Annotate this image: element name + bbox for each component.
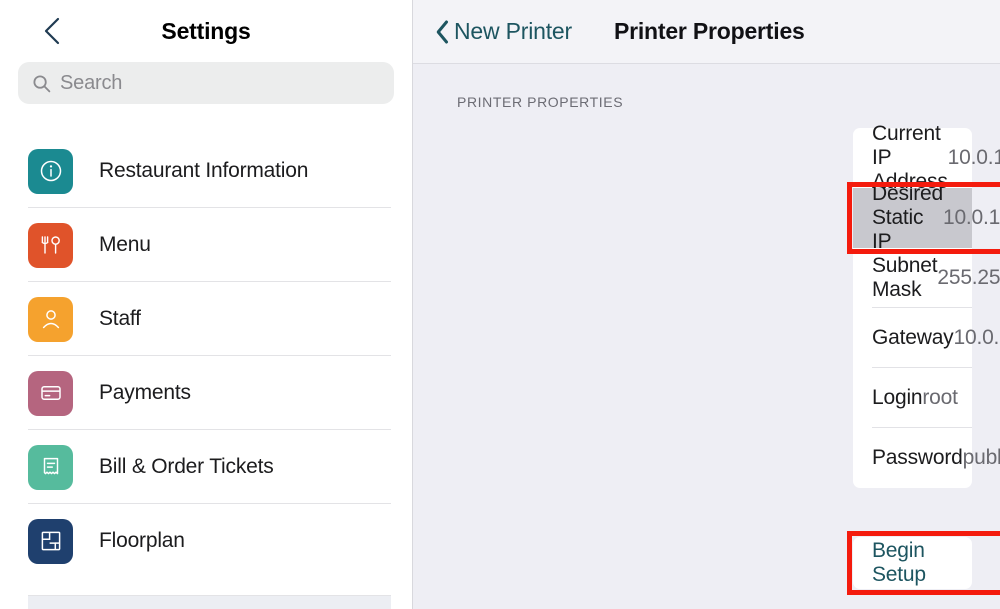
sidebar-header: Settings (0, 0, 412, 62)
back-label: New Printer (454, 18, 572, 45)
sidebar-item-floorplan[interactable]: Floorplan (0, 504, 412, 578)
sidebar-item-label: Restaurant Information (99, 159, 308, 183)
property-key: Login (872, 386, 922, 410)
property-value: 10.0.1.201 (943, 206, 1000, 230)
table-row[interactable]: Current IP Address 10.0.1.7 (853, 128, 972, 188)
sidebar-item-menu[interactable]: Menu (0, 208, 412, 282)
search-container: Search (0, 62, 412, 104)
detail-header: New Printer Printer Properties (413, 0, 1000, 64)
sidebar-item-payments[interactable]: Payments (0, 356, 412, 430)
property-value: root (922, 386, 957, 410)
back-to-new-printer-button[interactable]: New Printer (435, 18, 572, 45)
search-placeholder: Search (60, 72, 122, 95)
property-value: 10.0.1.7 (948, 146, 1000, 170)
section-header: PRINTER PROPERTIES (457, 94, 1000, 110)
property-key: Gateway (872, 326, 953, 350)
settings-sidebar: Settings Search (0, 0, 413, 609)
credit-card-icon (28, 371, 73, 416)
person-icon (28, 297, 73, 342)
property-value: 10.0.1.1 (953, 326, 1000, 350)
search-input[interactable]: Search (18, 62, 394, 104)
sidebar-item-label: Floorplan (99, 529, 185, 553)
property-value: 255.255.255.0 (937, 266, 1000, 290)
sidebar-item-label: Bill & Order Tickets (99, 455, 274, 479)
begin-setup-label: Begin Setup (872, 539, 953, 587)
begin-setup-button[interactable]: Begin Setup (853, 537, 972, 589)
table-row-desired-static-ip[interactable]: Desired Static IP 10.0.1.201 (853, 188, 972, 248)
receipt-icon (28, 445, 73, 490)
detail-title: Printer Properties (614, 18, 805, 45)
chevron-left-icon[interactable] (40, 19, 64, 43)
sidebar-item-staff[interactable]: Staff (0, 282, 412, 356)
property-key: Subnet Mask (872, 254, 937, 302)
settings-list: Restaurant Information Menu (0, 134, 412, 578)
sidebar-item-label: Staff (99, 307, 141, 331)
search-icon (32, 74, 51, 93)
table-row[interactable]: Login root (853, 368, 972, 428)
sidebar-item-bill-order-tickets[interactable]: Bill & Order Tickets (0, 430, 412, 504)
printer-properties-card: Current IP Address 10.0.1.7 Desired Stat… (853, 128, 972, 488)
table-row[interactable]: Subnet Mask 255.255.255.0 (853, 248, 972, 308)
chevron-left-icon (435, 19, 450, 45)
app-root: Settings Search (0, 0, 1000, 609)
sidebar-item-partial[interactable] (28, 595, 391, 609)
info-icon (28, 149, 73, 194)
sidebar-item-label: Payments (99, 381, 191, 405)
sidebar-item-label: Menu (99, 233, 151, 257)
property-key: Password (872, 446, 963, 470)
table-row[interactable]: Gateway 10.0.1.1 (853, 308, 972, 368)
sidebar-item-restaurant-information[interactable]: Restaurant Information (0, 134, 412, 208)
property-value: public (963, 446, 1000, 470)
floorplan-icon (28, 519, 73, 564)
printer-properties-panel: New Printer Printer Properties PRINTER P… (413, 0, 1000, 609)
cutlery-icon (28, 223, 73, 268)
property-key: Desired Static IP (872, 182, 943, 254)
table-row[interactable]: Password public (853, 428, 972, 488)
